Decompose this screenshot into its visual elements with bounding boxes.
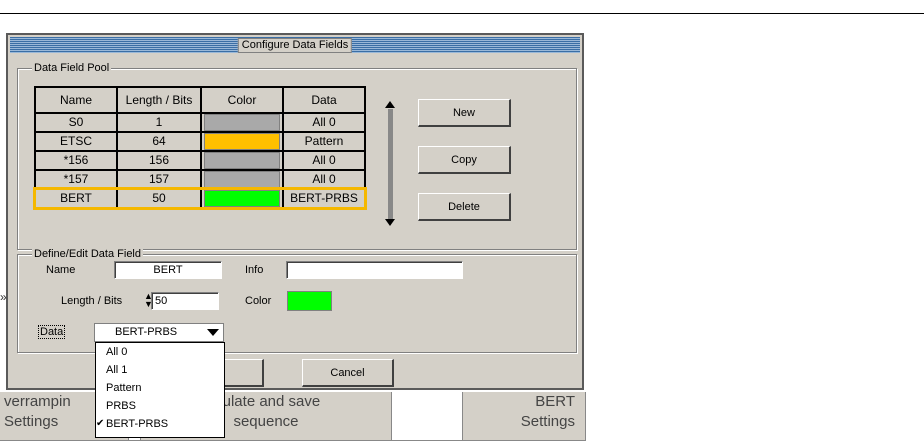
option-bert-prbs[interactable]: BERT-PRBS — [96, 415, 224, 433]
column-header-color: Color — [200, 86, 284, 114]
color-picker[interactable] — [287, 291, 332, 311]
color-label: Color — [245, 295, 272, 307]
length-bits-input[interactable]: 50 — [151, 292, 219, 310]
table-row[interactable]: ETSC 64 Pattern — [34, 131, 366, 152]
table-row[interactable]: S0 1 All 0 — [34, 112, 366, 133]
cell-data: All 0 — [282, 169, 366, 190]
table-scrollbar[interactable] — [388, 109, 393, 221]
define-edit-label: Define/Edit Data Field — [32, 248, 143, 260]
cell-length: 50 — [116, 188, 202, 209]
color-swatch — [204, 171, 280, 188]
name-input[interactable]: BERT — [114, 261, 222, 279]
cell-data: All 0 — [282, 112, 366, 133]
cell-length: 64 — [116, 131, 202, 152]
cell-length: 156 — [116, 150, 202, 171]
cell-data: All 0 — [282, 150, 366, 171]
data-options-dropdown: All 0 All 1 Pattern PRBS BERT-PRBS — [95, 342, 225, 438]
option-prbs[interactable]: PRBS — [96, 397, 224, 415]
data-select-value: BERT-PRBS — [115, 326, 178, 338]
cell-color — [200, 188, 284, 209]
top-divider — [0, 13, 924, 14]
data-field-table: Name Length / Bits Color Data S0 1 All 0… — [33, 86, 367, 210]
background-bert-settings-button[interactable]: BERT Settings — [462, 392, 586, 440]
name-label: Name — [46, 264, 76, 276]
configure-data-fields-dialog: Configure Data Fields Data Field Pool Na… — [6, 33, 584, 438]
cell-length: 1 — [116, 112, 202, 133]
cell-name: *156 — [34, 150, 118, 171]
option-pattern[interactable]: Pattern — [96, 379, 224, 397]
dialog-title: Configure Data Fields — [237, 38, 353, 53]
dropdown-arrow-icon[interactable] — [207, 329, 219, 336]
column-header-data: Data — [282, 86, 366, 114]
new-button[interactable]: New — [418, 99, 511, 127]
table-header-row: Name Length / Bits Color Data — [34, 86, 366, 114]
cell-color — [200, 112, 284, 133]
cell-data: Pattern — [282, 131, 366, 152]
scroll-up-arrow-icon[interactable] — [385, 101, 395, 108]
cell-color — [200, 169, 284, 190]
delete-button[interactable]: Delete — [418, 193, 511, 221]
copy-button[interactable]: Copy — [418, 146, 511, 174]
background-divider — [0, 440, 586, 441]
scroll-down-arrow-icon[interactable] — [385, 219, 395, 226]
cell-data: BERT-PRBS — [282, 188, 366, 209]
cell-name: BERT — [34, 188, 118, 209]
cell-color — [200, 150, 284, 171]
option-all-0[interactable]: All 0 — [96, 343, 224, 361]
cell-length: 157 — [116, 169, 202, 190]
data-select[interactable]: BERT-PRBS — [94, 323, 224, 342]
length-bits-label: Length / Bits — [61, 295, 123, 307]
color-swatch — [204, 114, 280, 131]
cell-color — [200, 131, 284, 152]
column-header-length: Length / Bits — [116, 86, 202, 114]
data-field-pool-label: Data Field Pool — [32, 62, 112, 74]
cancel-button[interactable]: Cancel — [302, 359, 394, 387]
cell-name: S0 — [34, 112, 118, 133]
dialog-titlebar[interactable]: Configure Data Fields — [10, 37, 580, 53]
table-row[interactable]: *156 156 All 0 — [34, 150, 366, 171]
info-input[interactable] — [286, 261, 463, 279]
color-swatch — [204, 190, 280, 207]
cell-name: *157 — [34, 169, 118, 190]
table-row[interactable]: *157 157 All 0 — [34, 169, 366, 190]
data-label: Data — [38, 325, 66, 339]
cell-name: ETSC — [34, 131, 118, 152]
option-all-1[interactable]: All 1 — [96, 361, 224, 379]
color-swatch — [204, 152, 280, 169]
column-header-name: Name — [34, 86, 118, 114]
color-swatch — [204, 133, 280, 150]
info-label: Info — [245, 264, 264, 276]
table-row-selected[interactable]: BERT 50 BERT-PRBS — [33, 187, 367, 210]
